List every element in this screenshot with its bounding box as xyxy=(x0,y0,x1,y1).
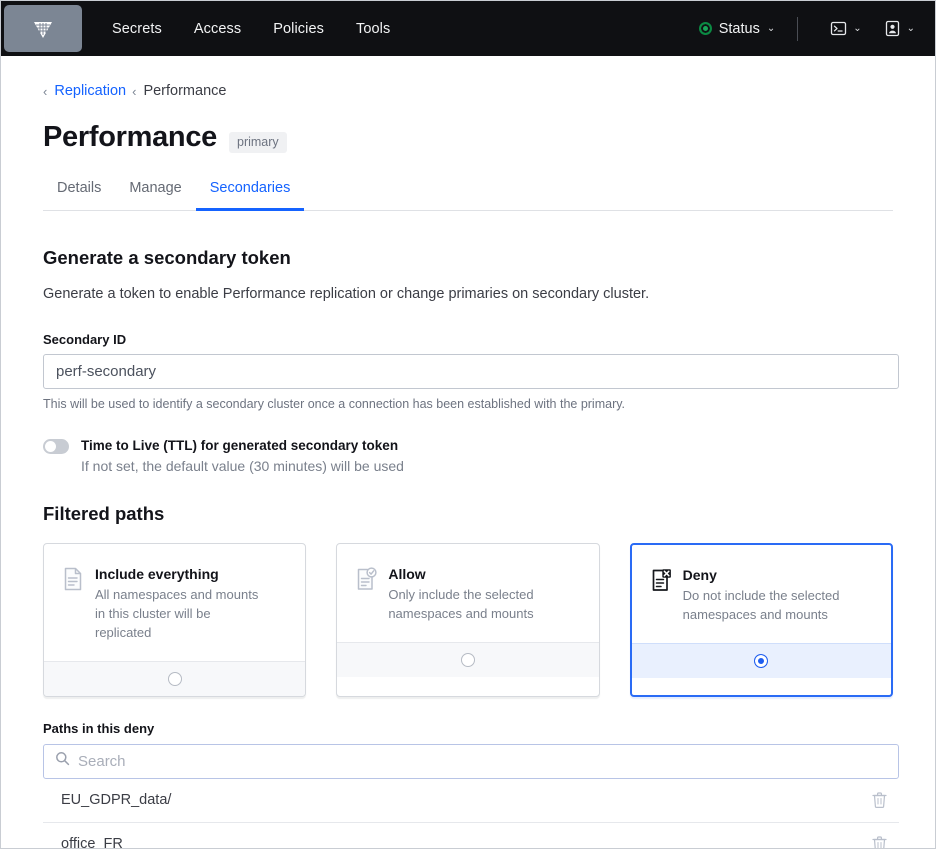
page-content: ‹ Replication ‹ Performance Performance … xyxy=(1,56,935,848)
nav-link-policies[interactable]: Policies xyxy=(271,17,326,41)
paths-search-wrap xyxy=(43,743,899,779)
card-text-group: Deny Do not include the selected namespa… xyxy=(683,567,853,625)
filtered-paths-cards: Include everything All namespaces and mo… xyxy=(43,543,893,697)
tab-details[interactable]: Details xyxy=(43,174,115,211)
chevron-down-icon: ⌄ xyxy=(906,22,915,34)
table-row: EU_GDPR_data/ xyxy=(43,779,899,823)
path-name: office_FR xyxy=(61,836,123,849)
table-row: office_FR xyxy=(43,823,899,849)
ttl-helper: If not set, the default value (30 minute… xyxy=(81,458,404,475)
secondary-id-label: Secondary ID xyxy=(43,332,127,347)
trash-icon[interactable] xyxy=(872,792,899,809)
status-indicator-icon xyxy=(698,22,712,35)
section-description: Generate a token to enable Performance r… xyxy=(43,286,650,302)
breadcrumb: ‹ Replication ‹ Performance xyxy=(43,56,893,99)
card-description: Do not include the selected namespaces a… xyxy=(682,588,840,623)
ttl-toggle-knob xyxy=(45,441,56,452)
breadcrumb-current: Performance xyxy=(143,83,227,99)
secondary-id-input[interactable] xyxy=(43,354,899,389)
card-title: Include everything xyxy=(95,566,219,583)
radio-include-everything[interactable] xyxy=(167,671,182,686)
nav-links: Secrets Access Policies Tools xyxy=(110,1,392,56)
card-body: Allow Only include the selected namespac… xyxy=(337,544,598,642)
ttl-label: Time to Live (TTL) for generated seconda… xyxy=(81,438,399,453)
trash-icon[interactable] xyxy=(872,836,899,848)
app-window: Secrets Access Policies Tools Status ⌄ ⌄ xyxy=(0,0,936,849)
breadcrumb-link-replication[interactable]: Replication xyxy=(54,83,126,99)
secondary-id-helper: This will be used to identify a secondar… xyxy=(43,397,626,411)
card-body: Include everything All namespaces and mo… xyxy=(44,544,305,661)
vault-logo-triangle-icon xyxy=(34,21,52,38)
card-text-group: Include everything All namespaces and mo… xyxy=(95,566,265,643)
card-include-everything[interactable]: Include everything All namespaces and mo… xyxy=(43,543,307,697)
breadcrumb-chevron-left-icon: ‹ xyxy=(43,83,48,99)
user-menu[interactable]: ⌄ xyxy=(878,16,921,41)
status-label: Status xyxy=(718,20,760,37)
tab-manage[interactable]: Manage xyxy=(115,174,195,211)
radio-allow[interactable] xyxy=(460,652,475,667)
status-badge: primary xyxy=(229,132,287,153)
card-title: Deny xyxy=(682,567,717,584)
ttl-text-group: Time to Live (TTL) for generated seconda… xyxy=(81,437,404,474)
paths-search-input[interactable] xyxy=(43,743,899,779)
nav-link-access[interactable]: Access xyxy=(192,17,243,41)
card-description: All namespaces and mounts in this cluste… xyxy=(95,587,259,640)
card-footer xyxy=(631,642,891,678)
console-menu[interactable]: ⌄ xyxy=(824,16,867,41)
card-title: Allow xyxy=(388,566,426,583)
page-title: Performance xyxy=(43,121,217,153)
paths-list: EU_GDPR_data/ office_FR xyxy=(43,779,899,848)
ttl-toggle[interactable] xyxy=(43,439,69,454)
ttl-toggle-row: Time to Live (TTL) for generated seconda… xyxy=(43,437,893,474)
vault-logo-icon[interactable] xyxy=(4,5,82,52)
card-body: Deny Do not include the selected namespa… xyxy=(632,545,891,643)
nav-divider xyxy=(797,16,799,41)
card-allow[interactable]: Allow Only include the selected namespac… xyxy=(336,543,600,697)
card-footer xyxy=(44,660,306,696)
paths-in-deny-label: Paths in this deny xyxy=(43,720,155,736)
breadcrumb-chevron-left-icon-2: ‹ xyxy=(132,83,137,99)
card-deny[interactable]: Deny Do not include the selected namespa… xyxy=(629,543,893,697)
path-name: EU_GDPR_data/ xyxy=(61,792,172,809)
page-title-row: Performance primary xyxy=(43,121,893,154)
tab-bar: Details Manage Secondaries xyxy=(43,174,893,211)
section-title: Generate a secondary token xyxy=(43,247,291,268)
terminal-icon xyxy=(831,21,847,36)
chevron-down-icon: ⌄ xyxy=(766,22,776,34)
card-footer xyxy=(337,641,599,677)
nav-link-secrets[interactable]: Secrets xyxy=(110,17,164,41)
nav-right-group: Status ⌄ ⌄ ⌄ xyxy=(693,1,935,56)
filtered-paths-title: Filtered paths xyxy=(43,503,165,525)
card-description: Only include the selected namespaces and… xyxy=(388,587,534,622)
top-navbar: Secrets Access Policies Tools Status ⌄ ⌄ xyxy=(1,1,935,56)
radio-deny[interactable] xyxy=(754,653,769,668)
document-check-icon xyxy=(356,567,377,624)
document-icon xyxy=(63,567,84,643)
chevron-down-icon: ⌄ xyxy=(853,22,862,34)
tab-secondaries[interactable]: Secondaries xyxy=(195,174,305,211)
nav-link-tools[interactable]: Tools xyxy=(354,17,392,41)
document-x-icon xyxy=(651,568,672,625)
card-text-group: Allow Only include the selected namespac… xyxy=(388,566,558,624)
user-icon xyxy=(885,20,899,37)
status-menu[interactable]: Status ⌄ xyxy=(693,17,782,41)
